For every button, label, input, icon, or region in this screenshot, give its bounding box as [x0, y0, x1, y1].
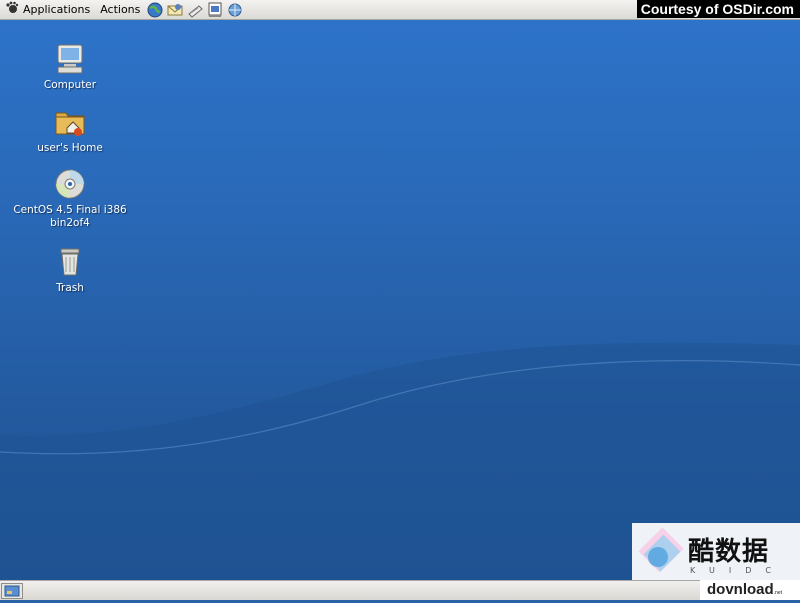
desktop-icon-cd[interactable]: CentOS 4.5 Final i386 bin2of4 [10, 167, 130, 230]
email-icon[interactable] [166, 2, 184, 18]
applications-menu[interactable]: Applications [0, 0, 95, 20]
download-text: dovnload [707, 581, 774, 598]
computer-label: Computer [43, 79, 97, 91]
actions-menu[interactable]: Actions [95, 0, 145, 20]
trash-icon [60, 248, 80, 276]
desktop-background: Computer user's Home CentOS 4.5 Final i3… [0, 20, 800, 580]
download-watermark: dovnload.net [700, 580, 800, 600]
courtesy-watermark: Courtesy of OSDir.com [636, 0, 800, 18]
wallpaper-wave [0, 342, 800, 580]
network-icon[interactable] [226, 2, 244, 18]
cd-icon [55, 169, 85, 199]
download-suffix: .net [773, 590, 783, 596]
bottom-panel [0, 580, 800, 600]
show-desktop-icon [4, 585, 20, 597]
trash-label: Trash [56, 282, 84, 294]
show-desktop-button[interactable] [1, 583, 23, 599]
desktop-icon-home[interactable]: user's Home [10, 105, 130, 155]
text-editor-icon[interactable] [186, 2, 204, 18]
kuidc-name: 酷数据 [688, 537, 770, 567]
applications-label: Applications [23, 3, 91, 16]
desktop-icon-computer[interactable]: Computer [10, 42, 130, 92]
cd-label: CentOS 4.5 Final i386 bin2of4 [13, 204, 127, 229]
home-label: user's Home [37, 142, 103, 154]
actions-label: Actions [100, 3, 141, 16]
gnome-foot-icon [5, 1, 19, 18]
desktop-icon-trash[interactable]: Trash [10, 245, 130, 295]
home-folder-icon [55, 112, 85, 136]
web-browser-icon[interactable] [146, 2, 164, 18]
kuidc-sub: KUIDC [690, 566, 785, 575]
presentation-icon[interactable] [206, 2, 224, 18]
kuidc-logo-icon [638, 527, 684, 573]
computer-icon [57, 44, 83, 74]
